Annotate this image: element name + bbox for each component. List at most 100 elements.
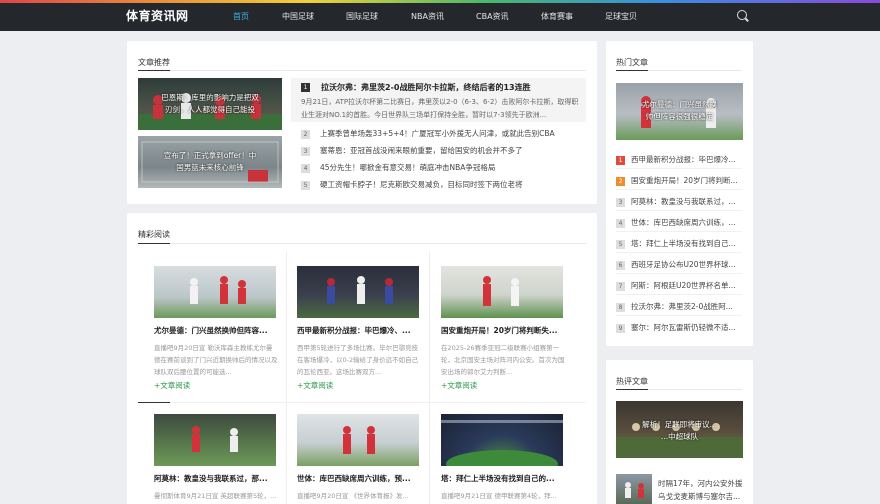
nav-chinese-football[interactable]: 中国足球 xyxy=(282,11,314,22)
football-photo-icon xyxy=(190,276,246,304)
hot-comments-item-title[interactable]: 时隔17年，河内公安外援 xyxy=(658,478,743,489)
nav-intl-football[interactable]: 国际足球 xyxy=(346,11,378,22)
hot-row-divider xyxy=(616,273,742,274)
hot-row-divider xyxy=(616,168,742,169)
featured-thumb[interactable] xyxy=(441,414,563,466)
nav-home[interactable]: 首页 xyxy=(233,11,249,22)
hot-comments-image[interactable]: 解析！足联即将审议... ...中超球队 xyxy=(616,401,743,458)
featured-thumb[interactable] xyxy=(297,414,419,466)
featured-item-title[interactable]: 阿莫林：教皇没与我联系过，那... xyxy=(154,473,278,484)
hot-list-item[interactable]: 3 阿莫林：教皇没与我联系过，... xyxy=(616,196,744,207)
featured-thumb[interactable] xyxy=(441,266,563,318)
featured-thumb[interactable] xyxy=(154,414,276,466)
hot-image[interactable]: 尤尔曼德：门兴虽然换 帅但阵容很强很稳定 xyxy=(616,83,743,140)
recommend-list-item[interactable]: 5 硬工资帽卡脖子！尼克斯欧交易减负，目标同时签下两位老将 xyxy=(301,179,523,190)
hot-item-title[interactable]: 拉沃尔弗：弗里茨2-0战胜阿... xyxy=(631,302,733,311)
hot-item-title[interactable]: 塞尔：阿尔瓦雷斯仍轻微不适... xyxy=(631,323,736,332)
read-more-link[interactable]: +文章阅读 xyxy=(154,380,190,391)
hot-list-item[interactable]: 5 塔：拜仁上半场没有找到自己... xyxy=(616,238,744,249)
list-item-title[interactable]: 45分先生！哪掀金有意交易！萌庭冲击NBA争冠格局 xyxy=(320,163,495,172)
hot-comments-image-caption-2: ...中超球队 xyxy=(660,432,699,441)
recommend-image-1-caption: 巴恩斯：库里的影响力是把双 xyxy=(161,93,259,102)
featured-item[interactable]: 尤尔曼德：门兴虽然换帅但阵容... 直播吧9月20日宣 勒沃库森主教练尤尔曼德在… xyxy=(154,266,292,396)
rank-badge: 4 xyxy=(616,218,625,228)
featured-item-title[interactable]: 塔：拜仁上半场没有找到自己的... xyxy=(441,473,565,484)
featured-item-title[interactable]: 世体：库巴西缺席周六训练，预... xyxy=(297,473,421,484)
list-item-title[interactable]: 塞蒂恩：亚冠首战没闹来眼前重要，留给国安的机会并不多了 xyxy=(320,146,523,155)
featured-item[interactable]: 西甲最新积分战报：毕巴爆冷、... 西甲第5轮进行了多场比赛。毕尔巴鄂竞技在客场… xyxy=(297,266,435,396)
headline-rank-badge: 1 xyxy=(301,83,310,92)
recommend-image-2-caption: 宣布了！正式拿到offer！中 xyxy=(163,151,257,160)
nav-cba[interactable]: CBA资讯 xyxy=(476,11,509,22)
hot-item-title[interactable]: 西班牙足协公布U20世界杯球... xyxy=(631,260,736,269)
featured-item-title[interactable]: 尤尔曼德：门兴虽然换帅但阵容... xyxy=(154,325,278,336)
featured-item[interactable]: 塔：拜仁上半场没有找到自己的... 直播吧9月21日宣 德甲联赛第4轮，拜... xyxy=(441,414,579,504)
nav-nba[interactable]: NBA资讯 xyxy=(411,11,444,22)
hot-list-item[interactable]: 2 国安重炮开局！20岁门将判断... xyxy=(616,175,744,186)
football-photo-icon xyxy=(327,276,393,304)
list-item-title[interactable]: 硬工资帽卡脖子！尼克斯欧交易减负，目标同时签下两位老将 xyxy=(320,180,523,189)
hot-item-title[interactable]: 阿斯：阿根廷U20世界杯名单... xyxy=(631,281,736,290)
recommend-list-item[interactable]: 4 45分先生！哪掀金有意交易！萌庭冲击NBA争冠格局 xyxy=(301,162,495,173)
rank-badge: 2 xyxy=(616,176,625,186)
featured-item[interactable]: 阿莫林：教皇没与我联系过，那... 曼彻斯体育9月21日宣 英超联赛第5轮，..… xyxy=(154,414,292,504)
recommend-headline[interactable]: 1 拉沃尔弗：弗里茨2-0战胜阿尔卡拉斯，终结后者的13连胜 9月21日，ATP… xyxy=(291,78,586,122)
featured-item-desc: 在2025-26赛季亚冠二级联赛小组赛第一轮，北京国安主场对阵河内公安。首次为国… xyxy=(441,344,565,376)
hot-item-title[interactable]: 塔：拜仁上半场没有找到自己... xyxy=(631,239,736,248)
rank-badge: 5 xyxy=(616,239,625,249)
football-photo-icon xyxy=(625,482,644,498)
hot-list-item[interactable]: 8 拉沃尔弗：弗里茨2-0战胜阿... xyxy=(616,301,744,312)
hot-list-item[interactable]: 6 西班牙足协公布U20世界杯球... xyxy=(616,259,744,270)
recommend-divider xyxy=(138,70,586,71)
hot-title: 热门文章 xyxy=(616,58,648,67)
rank-badge: 3 xyxy=(301,146,310,156)
featured-item-desc: 直播吧9月21日宣 德甲联赛第4轮，拜... xyxy=(441,492,557,500)
headline-desc: 9月21日，ATP拉沃尔杯第二比赛日，弗里茨以2-0（6-3、6-2）击败阿尔卡… xyxy=(301,98,579,119)
rank-badge: 2 xyxy=(301,129,310,139)
featured-item[interactable]: 世体：库巴西缺席周六训练，预... 直播吧9月20日宣 《世界体育报》发... xyxy=(297,414,435,504)
featured-item-title[interactable]: 西甲最新积分战报：毕巴爆冷、... xyxy=(297,325,421,336)
featured-item-title[interactable]: 国安重炮开局！20岁门将判断失... xyxy=(441,325,565,336)
recommend-title: 文章推荐 xyxy=(138,58,170,67)
football-photo-icon xyxy=(343,426,375,454)
recommend-list-item[interactable]: 2 上赛季曾单场轰33+5+4！广厦冠军小外援无人问津，或就此告别CBA xyxy=(301,128,555,139)
hot-comments-divider xyxy=(616,389,742,390)
rank-badge: 3 xyxy=(616,197,625,207)
hot-list-item[interactable]: 4 世体：库巴西缺席周六训练，... xyxy=(616,217,744,228)
recommend-image-1[interactable]: 巴恩斯：库里的影响力是把双 刃剑，人人都觉得自己能投 xyxy=(138,78,282,130)
hot-divider xyxy=(616,70,742,71)
featured-thumb[interactable] xyxy=(297,266,419,318)
rank-badge: 7 xyxy=(616,281,625,291)
rank-badge: 6 xyxy=(616,260,625,270)
recommend-list-item[interactable]: 3 塞蒂恩：亚冠首战没闹来眼前重要，留给国安的机会并不多了 xyxy=(301,145,523,156)
hot-image-caption-2: 帅但阵容很强很稳定 xyxy=(645,112,714,121)
featured-item-desc: 直播吧9月20日宣 勒沃库森主教练尤尔曼德在赛前谈到了门兴近期换帅后的情况以及球… xyxy=(154,344,278,376)
read-more-link[interactable]: +文章阅读 xyxy=(297,380,333,391)
hot-row-divider xyxy=(616,210,742,211)
hot-list-item[interactable]: 1 西甲最新积分战报：毕巴爆冷... xyxy=(616,154,744,165)
hot-item-title[interactable]: 世体：库巴西缺席周六训练，... xyxy=(631,218,736,227)
hot-item-title[interactable]: 西甲最新积分战报：毕巴爆冷... xyxy=(631,155,736,164)
featured-title: 精彩阅读 xyxy=(138,230,170,239)
stadium-photo-icon xyxy=(441,420,563,466)
site-logo[interactable]: 体育资讯网 xyxy=(126,7,189,24)
nav-events[interactable]: 体育赛事 xyxy=(541,11,573,22)
nav-football-babes[interactable]: 足球宝贝 xyxy=(605,11,637,22)
featured-thumb[interactable] xyxy=(154,266,276,318)
featured-item[interactable]: 国安重炮开局！20岁门将判断失... 在2025-26赛季亚冠二级联赛小组赛第一… xyxy=(441,266,579,396)
hot-row-divider xyxy=(616,252,742,253)
rank-badge: 8 xyxy=(616,302,625,312)
hot-row-divider xyxy=(616,294,742,295)
hot-list-item[interactable]: 7 阿斯：阿根廷U20世界杯名单... xyxy=(616,280,744,291)
top-navbar: 体育资讯网 首页 中国足球 国际足球 NBA资讯 CBA资讯 体育赛事 足球宝贝 xyxy=(0,3,880,31)
headline-title[interactable]: 拉沃尔弗：弗里茨2-0战胜阿尔卡拉斯，终结后者的13连胜 xyxy=(321,82,531,93)
hot-comments-thumb[interactable] xyxy=(616,474,652,504)
recommend-image-2[interactable]: 宣布了！正式拿到offer！中 国男篮未来核心前锋 xyxy=(138,136,282,188)
hot-item-title[interactable]: 阿莫林：教皇没与我联系过，... xyxy=(631,197,736,206)
hot-comments-item-title-2[interactable]: 乌戈戈麦斯博与塞尔吉... xyxy=(658,491,740,502)
list-item-title[interactable]: 上赛季曾单场轰33+5+4！广厦冠军小外援无人问津，或就此告别CBA xyxy=(320,129,555,138)
search-icon[interactable] xyxy=(737,10,747,20)
read-more-link[interactable]: +文章阅读 xyxy=(441,380,477,391)
hot-item-title[interactable]: 国安重炮开局！20岁门将判断... xyxy=(631,176,738,185)
hot-list-item[interactable]: 9 塞尔：阿尔瓦雷斯仍轻微不适... xyxy=(616,322,744,333)
